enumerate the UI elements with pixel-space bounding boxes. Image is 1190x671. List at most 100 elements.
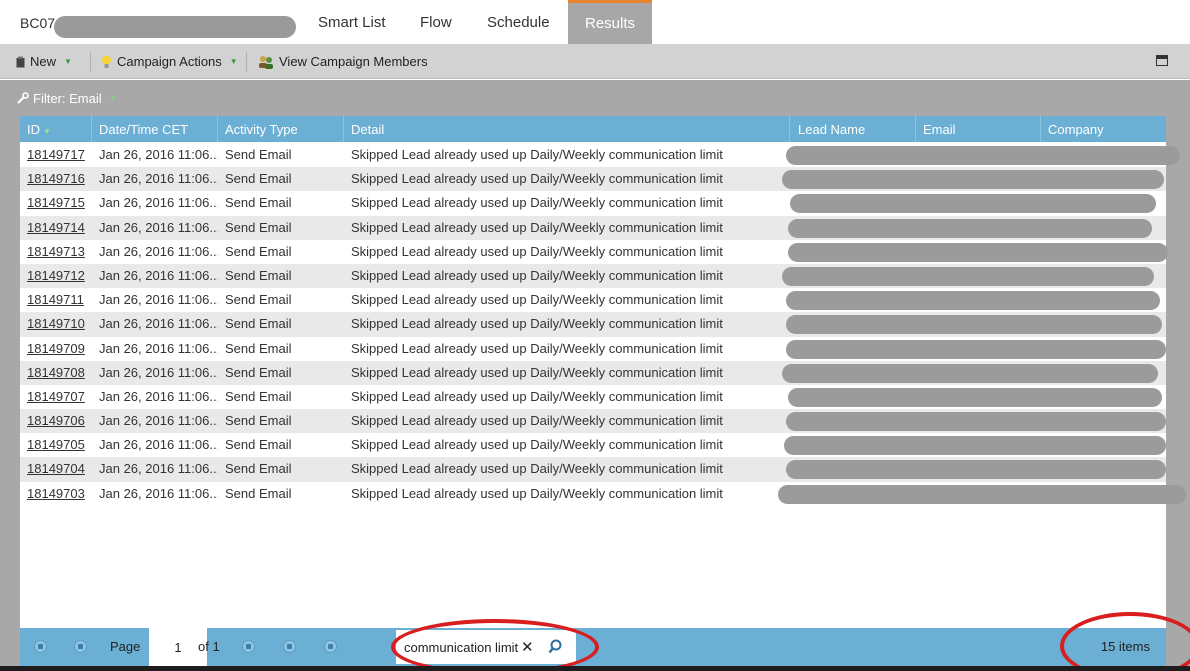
refresh-icon[interactable] [324, 640, 337, 653]
redacted-lead-info [788, 242, 1168, 262]
table-row[interactable]: 18149707 Jan 26, 2016 11:06... Send Email S… [20, 385, 1166, 409]
column-header-activity-type[interactable]: Activity Type [218, 116, 344, 142]
people-icon [259, 55, 273, 69]
table-row[interactable]: 18149713 Jan 26, 2016 11:06... Send Email S… [20, 240, 1168, 264]
previous-page-icon[interactable] [74, 640, 87, 653]
table-row[interactable]: 18149712 Jan 26, 2016 11:06... Send Email S… [20, 263, 1166, 289]
tab-flow[interactable]: Flow [403, 0, 469, 44]
activity-type: Send Email [225, 267, 292, 283]
activity-datetime: Jan 26, 2016 11:06... [99, 388, 218, 404]
activity-datetime: Jan 26, 2016 11:06... [99, 316, 218, 332]
activity-datetime: Jan 26, 2016 11:06... [99, 267, 218, 283]
column-header-detail[interactable]: Detail [344, 116, 790, 142]
table-row[interactable]: 18149714 Jan 26, 2016 11:06... Send Email S… [20, 215, 1166, 240]
activity-id-link[interactable]: 18149703 [20, 482, 92, 506]
table-row[interactable]: 18149710 Jan 26, 2016 11:06... Send Email S… [20, 312, 1166, 337]
activity-detail: Skipped Lead already used up Daily/Weekl… [351, 292, 723, 308]
grid-header: ID ▼ Date/Time CET Activity Type Detail L… [20, 116, 1166, 142]
search-input[interactable] [404, 630, 524, 664]
activity-type: Send Email [225, 413, 292, 429]
items-count: 15 items [1100, 639, 1150, 654]
activity-id-link[interactable]: 18149717 [20, 143, 92, 167]
activity-type: Send Email [225, 461, 292, 477]
page-total-label: of 1 [198, 639, 220, 654]
activity-id-link[interactable]: 18149707 [20, 385, 92, 409]
activity-datetime: Jan 26, 2016 11:06... [99, 292, 218, 308]
activity-id-link[interactable]: 18149704 [20, 457, 92, 481]
activity-detail: Skipped Lead already used up Daily/Weekl… [351, 316, 723, 332]
column-header-datetime[interactable]: Date/Time CET [92, 116, 218, 142]
table-row[interactable]: 18149703 Jan 26, 2016 11:06... Send Email S… [20, 482, 1186, 506]
activity-detail: Skipped Lead already used up Daily/Weekl… [351, 437, 723, 453]
table-row[interactable]: 18149717 Jan 26, 2016 11:06... Send Email S… [20, 143, 1180, 167]
search-icon[interactable] [548, 639, 562, 655]
last-page-icon[interactable] [283, 640, 296, 653]
activity-id-link[interactable]: 18149712 [20, 264, 92, 288]
tab-schedule[interactable]: Schedule [470, 0, 567, 44]
filter-label: Filter: Email [33, 91, 102, 106]
campaign-title: BC07 [20, 15, 56, 31]
activity-datetime: Jan 26, 2016 11:06... [99, 147, 218, 162]
activity-type: Send Email [225, 292, 292, 308]
activity-id-link[interactable]: 18149714 [20, 216, 92, 240]
redacted-lead-info [782, 363, 1158, 383]
activity-type: Send Email [225, 219, 292, 235]
activity-detail: Skipped Lead already used up Daily/Weekl… [351, 388, 723, 404]
redacted-lead-info [786, 315, 1162, 335]
activity-detail: Skipped Lead already used up Daily/Weekl… [351, 147, 723, 162]
activity-type: Send Email [225, 364, 292, 380]
table-row[interactable]: 18149716 Jan 26, 2016 11:06... Send Email S… [20, 167, 1166, 192]
redacted-lead-info [782, 170, 1164, 190]
redacted-lead-info [786, 146, 1180, 165]
activity-datetime: Jan 26, 2016 11:06... [99, 171, 218, 187]
column-header-company[interactable]: Company [1041, 116, 1166, 142]
activity-detail: Skipped Lead already used up Daily/Weekl… [351, 364, 723, 380]
table-row[interactable]: 18149706 Jan 26, 2016 11:06... Send Email S… [20, 409, 1166, 434]
new-button[interactable]: New ▼ [16, 54, 72, 69]
wrench-icon [17, 92, 29, 104]
activity-datetime: Jan 26, 2016 11:06... [99, 243, 218, 259]
activity-id-link[interactable]: 18149711 [20, 288, 92, 312]
activity-id-link[interactable]: 18149705 [20, 433, 92, 457]
activity-datetime: Jan 26, 2016 11:06... [99, 437, 218, 453]
campaign-actions-button[interactable]: Campaign Actions ▼ [101, 54, 238, 69]
table-row[interactable]: 18149711 Jan 26, 2016 11:06... Send Email S… [20, 288, 1166, 312]
table-row[interactable]: 18149715 Jan 26, 2016 11:06... Send Email S… [20, 191, 1166, 215]
tab-results[interactable]: Results [568, 0, 652, 44]
activity-id-link[interactable]: 18149709 [20, 337, 92, 361]
filter-dropdown[interactable]: Filter: Email ▼ [16, 91, 117, 106]
activity-id-link[interactable]: 18149715 [20, 191, 92, 215]
redacted-lead-info [786, 291, 1160, 311]
activity-type: Send Email [225, 437, 292, 453]
clear-search-icon[interactable]: ✕ [521, 638, 534, 656]
results-toolbar: New ▼ Campaign Actions ▼ View Campaign M… [0, 44, 1190, 79]
right-panel-border [1166, 116, 1190, 671]
activity-id-link[interactable]: 18149710 [20, 312, 92, 336]
new-document-icon [16, 56, 25, 67]
bottom-edge [0, 666, 1190, 671]
table-row[interactable]: 18149708 Jan 26, 2016 11:06... Send Email S… [20, 360, 1166, 385]
first-page-icon[interactable] [34, 640, 47, 653]
filter-bar: Filter: Email ▼ [0, 80, 1190, 116]
column-header-id[interactable]: ID ▼ [20, 116, 92, 142]
view-campaign-members-button[interactable]: View Campaign Members [258, 54, 428, 69]
redacted-lead-info [786, 460, 1166, 480]
table-row[interactable]: 18149705 Jan 26, 2016 11:06... Send Email S… [20, 433, 1166, 457]
column-header-lead-name[interactable]: Lead Name [791, 116, 916, 142]
activity-detail: Skipped Lead already used up Daily/Weekl… [351, 340, 723, 356]
column-header-email[interactable]: Email [916, 116, 1041, 142]
activity-datetime: Jan 26, 2016 11:06... [99, 413, 218, 429]
activity-id-link[interactable]: 18149713 [20, 240, 92, 264]
maximize-window-icon[interactable] [1156, 55, 1168, 66]
redacted-campaign-name [54, 16, 296, 38]
next-page-icon[interactable] [242, 640, 255, 653]
table-row[interactable]: 18149704 Jan 26, 2016 11:06... Send Email S… [20, 457, 1166, 482]
table-row[interactable]: 18149709 Jan 26, 2016 11:06... Send Email S… [20, 337, 1166, 361]
activity-id-link[interactable]: 18149708 [20, 361, 92, 385]
activity-type: Send Email [225, 147, 292, 162]
tab-smart-list[interactable]: Smart List [301, 0, 403, 44]
activity-id-link[interactable]: 18149706 [20, 409, 92, 433]
activity-id-link[interactable]: 18149716 [20, 167, 92, 191]
pagination-bar: Page of 1 ✕ 15 items [20, 628, 1166, 666]
toolbar-divider [246, 52, 247, 72]
